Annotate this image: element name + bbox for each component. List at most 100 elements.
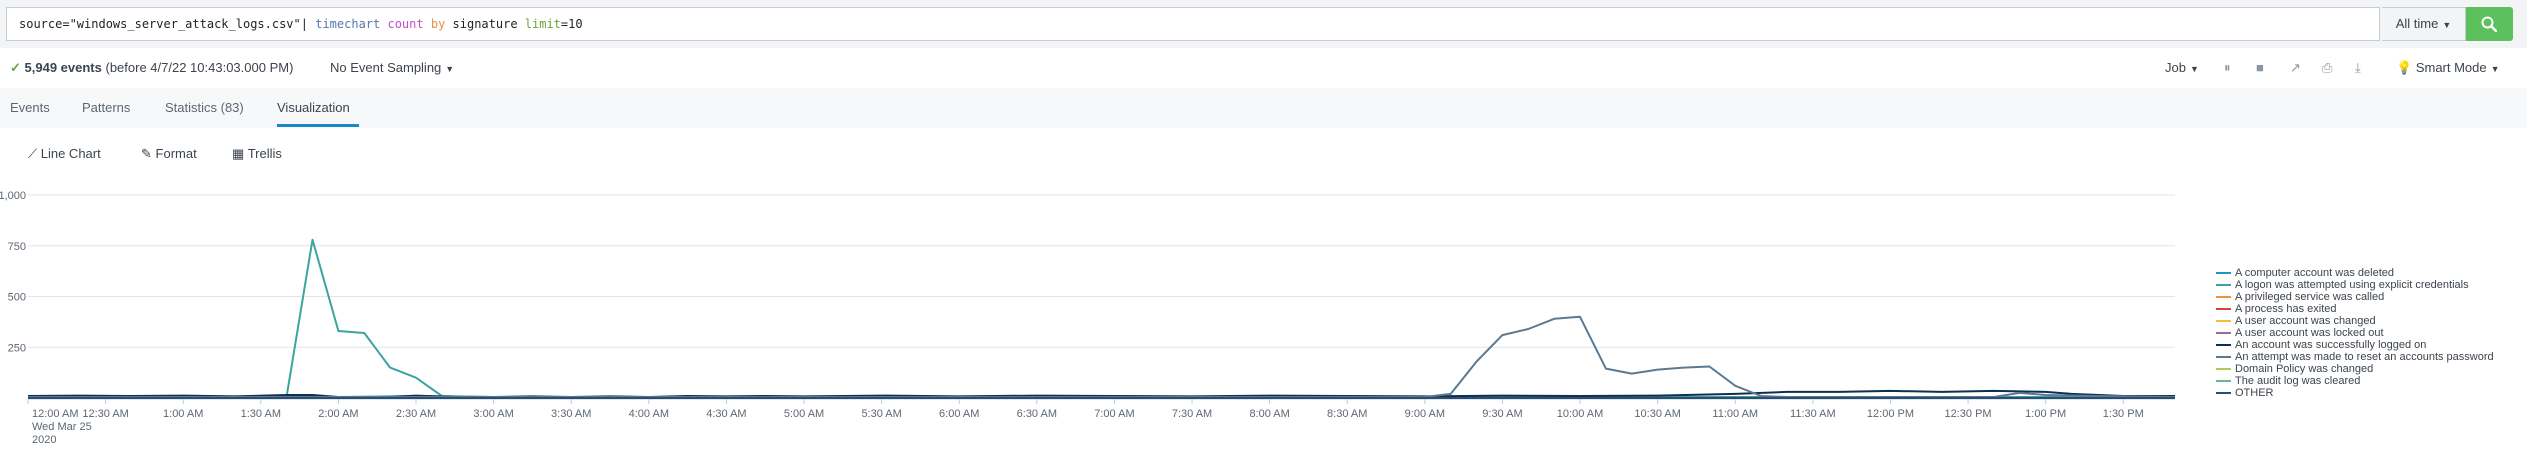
search-input[interactable]: source="windows_server_attack_logs.csv"|… — [6, 7, 2380, 41]
share-icon: ↗ — [2290, 60, 2301, 75]
chart-legend: A computer account was deleted A logon wa… — [2216, 267, 2494, 399]
legend-item[interactable]: A logon was attempted using explicit cre… — [2216, 279, 2494, 291]
x-tick-label: 2:00 AM — [318, 408, 358, 420]
results-tabs: Events Patterns Statistics (83) Visualiz… — [0, 88, 2527, 129]
legend-swatch — [2216, 368, 2231, 371]
x-tick-label: 4:30 AM — [706, 408, 746, 420]
time-range-picker[interactable]: All time ▼ — [2382, 7, 2466, 41]
x-tick-label: 1:30 AM — [241, 408, 281, 420]
legend-swatch — [2216, 380, 2231, 383]
search-mode-label: Smart Mode — [2415, 60, 2487, 75]
line-chart-icon: ⟋ — [28, 146, 38, 161]
chevron-down-icon: ▼ — [2442, 20, 2452, 30]
search-bar: source="windows_server_attack_logs.csv"|… — [0, 0, 2527, 48]
legend-item[interactable]: Domain Policy was changed — [2216, 363, 2494, 375]
chevron-down-icon: ▼ — [2490, 64, 2500, 74]
job-status-bar: ✓ 5,949 events (before 4/7/22 10:43:03.0… — [0, 48, 2527, 88]
legend-swatch — [2216, 296, 2231, 299]
x-tick-label: 8:00 AM — [1249, 408, 1289, 420]
check-icon: ✓ — [10, 60, 21, 75]
legend-item[interactable]: An attempt was made to reset an accounts… — [2216, 351, 2494, 363]
legend-label: OTHER — [2235, 387, 2274, 399]
x-tick-label: 12:00 AM — [32, 408, 78, 420]
x-tick-label: 12:00 PM — [1867, 408, 1914, 420]
query-token: count — [387, 17, 424, 31]
legend-item[interactable]: A user account was changed — [2216, 315, 2494, 327]
legend-item[interactable]: A computer account was deleted — [2216, 267, 2494, 279]
legend-item[interactable]: OTHER — [2216, 387, 2494, 399]
tab-visualization[interactable]: Visualization — [277, 100, 350, 115]
x-tick-label: 5:30 AM — [861, 408, 901, 420]
x-tick-label: 12:30 AM — [82, 408, 128, 420]
event-count: 5,949 events — [24, 60, 102, 75]
print-button[interactable]: ⎙ — [2322, 60, 2332, 76]
legend-label: The audit log was cleared — [2235, 375, 2361, 387]
line-chart-label: Line Chart — [40, 146, 101, 161]
series-line — [28, 315, 2176, 398]
line-chart-button[interactable]: ⟋ Line Chart — [28, 146, 101, 162]
format-button[interactable]: ✎ Format — [141, 146, 197, 162]
legend-label: A privileged service was called — [2235, 291, 2385, 303]
tab-events[interactable]: Events — [10, 100, 50, 115]
query-token: =10 — [560, 17, 583, 31]
x-tick-label: 5:00 AM — [784, 408, 824, 420]
line-chart: 1,000 750 500 250 12:00 AM 12:30 AM 1:00 AM 1:3… — [0, 190, 2176, 446]
trellis-button[interactable]: ▦ Trellis — [232, 146, 282, 162]
legend-swatch — [2216, 356, 2231, 359]
x-tick-label: 10:00 AM — [1557, 408, 1603, 420]
legend-label: A user account was changed — [2235, 315, 2376, 327]
x-tick-label: 2:30 AM — [396, 408, 436, 420]
x-tick-label: 7:00 AM — [1094, 408, 1134, 420]
x-tick-label: 3:30 AM — [551, 408, 591, 420]
print-icon: ⎙ — [2322, 60, 2333, 75]
stop-button[interactable]: ■ — [2256, 60, 2264, 75]
tab-statistics[interactable]: Statistics (83) — [165, 100, 244, 115]
lightbulb-icon: 💡 — [2396, 60, 2413, 75]
legend-swatch — [2216, 272, 2231, 275]
format-label: Format — [155, 146, 197, 161]
legend-swatch — [2216, 308, 2231, 311]
x-tick-label: 12:30 PM — [1945, 408, 1992, 420]
stop-icon: ■ — [2256, 60, 2264, 75]
tab-patterns[interactable]: Patterns — [82, 100, 130, 115]
legend-item[interactable]: A process has exited — [2216, 303, 2494, 315]
share-button[interactable]: ↗ — [2290, 60, 2301, 76]
x-tick-label: 9:30 AM — [1482, 408, 1522, 420]
x-tick-label: 7:30 AM — [1172, 408, 1212, 420]
search-mode-dropdown[interactable]: 💡 Smart Mode ▼ — [2396, 60, 2500, 76]
y-tick-label: 750 — [8, 241, 26, 253]
y-tick-label: 250 — [8, 342, 26, 354]
legend-label: A computer account was deleted — [2235, 267, 2394, 279]
x-tick-label: 11:00 AM — [1712, 408, 1758, 420]
event-sampling-dropdown[interactable]: No Event Sampling ▼ — [330, 60, 454, 75]
pause-icon: ⏸ — [2224, 60, 2231, 75]
legend-swatch — [2216, 284, 2231, 287]
legend-swatch — [2216, 320, 2231, 323]
query-token: timechart — [315, 17, 381, 31]
event-time-limit: (before 4/7/22 10:43:03.000 PM) — [105, 60, 294, 75]
x-tick-label: 6:00 AM — [939, 408, 979, 420]
legend-item[interactable]: A privileged service was called — [2216, 291, 2494, 303]
pause-button[interactable]: ⏸ — [2224, 60, 2231, 76]
legend-item[interactable]: The audit log was cleared — [2216, 375, 2494, 387]
x-tick-label: 4:00 AM — [629, 408, 669, 420]
x-tick-label: 3:00 AM — [473, 408, 513, 420]
x-tick-label: 1:00 AM — [163, 408, 203, 420]
visualization-toolbar: ⟋ Line Chart ✎ Format ▦ Trellis — [0, 128, 2527, 180]
legend-label: Domain Policy was changed — [2235, 363, 2374, 375]
sampling-label: No Event Sampling — [330, 60, 442, 75]
legend-swatch — [2216, 332, 2231, 335]
y-tick-label: 500 — [8, 292, 26, 304]
x-subtitle-label: Wed Mar 25 — [32, 421, 92, 433]
query-token: signature — [445, 17, 525, 31]
y-tick-label: 1,000 — [0, 190, 26, 202]
job-menu[interactable]: Job ▼ — [2165, 60, 2199, 75]
export-button[interactable]: ⤓ — [2355, 60, 2361, 76]
legend-label: A process has exited — [2235, 303, 2337, 315]
x-tick-label: 1:30 PM — [2103, 408, 2144, 420]
search-button[interactable] — [2466, 7, 2513, 41]
chevron-down-icon: ▼ — [2189, 64, 2199, 74]
legend-item[interactable]: An account was successfully logged on — [2216, 339, 2494, 351]
x-tick-label: 11:30 AM — [1790, 408, 1836, 420]
legend-item[interactable]: A user account was locked out — [2216, 327, 2494, 339]
